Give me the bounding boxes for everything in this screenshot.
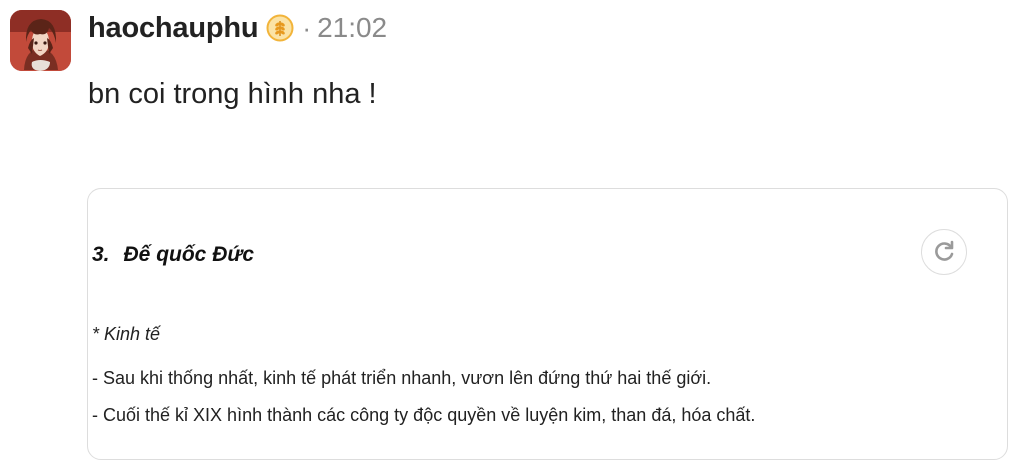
message-text: bn coi trong hình nha ! [88,78,377,110]
document-line: * Kinh tế [92,324,161,344]
image-attachment[interactable]: 3. Đế quốc Đức * Kinh tế - Sau khi thống … [87,188,1008,460]
avatar[interactable] [10,10,71,71]
heading-number: 3. [92,243,110,266]
meta-separator: · [302,12,312,43]
username-link[interactable]: haochauphu [88,12,259,45]
post-header: haochauphu · 21:02 [88,8,387,48]
refresh-button[interactable] [921,229,967,275]
document-line: - Cuối thế kỉ XIX hình thành các công ty… [92,405,756,425]
heading-text: Đế quốc Đức [123,243,255,266]
document-line: - Sau khi thống nhất, kinh tế phát triển… [92,368,712,388]
refresh-icon [935,240,954,261]
avatar-image [10,10,71,71]
document-heading: 3. Đế quốc Đức [92,243,254,267]
post-timestamp[interactable]: 21:02 [317,12,387,44]
wheat-badge-icon [266,14,294,42]
